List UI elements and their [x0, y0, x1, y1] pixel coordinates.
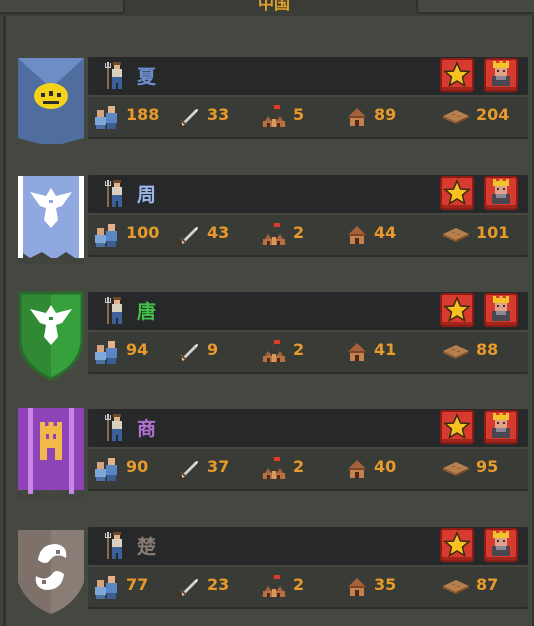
- star-icon: [444, 180, 470, 205]
- banner-icon: [16, 524, 88, 614]
- people-icon: [95, 458, 117, 481]
- city-icon: [262, 340, 286, 362]
- cities-value: 2: [293, 457, 305, 476]
- king-crown-icon: [492, 296, 510, 321]
- cities-value: 2: [293, 575, 305, 594]
- people-icon: [95, 106, 117, 129]
- land-tile-icon: [443, 345, 469, 359]
- population-value: 90: [126, 457, 149, 476]
- top-bar: 中国: [0, 0, 534, 16]
- banner-icon: [16, 172, 88, 264]
- warriors-value: 37: [207, 457, 230, 476]
- people-icon: [95, 576, 117, 599]
- warriors-value: 23: [207, 575, 230, 594]
- land-value: 87: [476, 575, 499, 594]
- land-tile-icon: [443, 580, 469, 594]
- sword-icon: [178, 461, 198, 479]
- star-icon: [444, 414, 470, 439]
- land-value: 95: [476, 457, 499, 476]
- banner-icon: [16, 289, 88, 381]
- faction-name: 楚: [137, 536, 158, 558]
- king-crown-icon: [492, 61, 510, 86]
- banner-icon: [16, 54, 88, 144]
- faction-row[interactable]: 唐 94 9 2 41 88: [0, 289, 534, 381]
- house-icon: [348, 343, 366, 361]
- house-icon: [348, 108, 366, 126]
- cities-value: 2: [293, 340, 305, 359]
- city-icon: [262, 575, 286, 597]
- favorite-button[interactable]: [440, 176, 474, 210]
- banner-icon: [16, 406, 88, 498]
- star-icon: [444, 532, 470, 557]
- sword-icon: [178, 344, 198, 362]
- faction-name: 周: [137, 184, 158, 206]
- farmer-with-pitchfork-icon: [105, 414, 122, 441]
- villages-value: 41: [374, 340, 397, 359]
- king-crown-icon: [492, 531, 510, 556]
- king-button[interactable]: [484, 58, 518, 92]
- faction-name: 商: [137, 418, 158, 440]
- faction-row[interactable]: 楚 77 23 2 35 87: [0, 524, 534, 616]
- villages-value: 35: [374, 575, 397, 594]
- land-tile-icon: [443, 228, 469, 242]
- population-value: 77: [126, 575, 149, 594]
- land-value: 101: [476, 223, 510, 242]
- cities-value: 2: [293, 223, 305, 242]
- house-icon: [348, 226, 366, 244]
- sword-icon: [178, 227, 198, 245]
- faction-row[interactable]: 夏 188 33 5 89 204: [0, 54, 534, 146]
- faction-name: 夏: [137, 66, 158, 88]
- villages-value: 44: [374, 223, 397, 242]
- villages-value: 40: [374, 457, 397, 476]
- favorite-button[interactable]: [440, 528, 474, 562]
- land-tile-icon: [443, 462, 469, 476]
- city-icon: [262, 457, 286, 479]
- house-icon: [348, 578, 366, 596]
- people-icon: [95, 224, 117, 247]
- cities-value: 5: [293, 105, 305, 124]
- land-value: 88: [476, 340, 499, 359]
- king-button[interactable]: [484, 410, 518, 444]
- favorite-button[interactable]: [440, 58, 474, 92]
- population-value: 100: [126, 223, 160, 242]
- people-icon: [95, 341, 117, 364]
- king-crown-icon: [492, 413, 510, 438]
- sword-icon: [178, 109, 198, 127]
- warriors-value: 33: [207, 105, 230, 124]
- farmer-with-pitchfork-icon: [105, 297, 122, 324]
- faction-row[interactable]: 周 100 43 2 44 101: [0, 172, 534, 264]
- faction-name: 唐: [137, 301, 158, 323]
- sword-icon: [178, 579, 198, 597]
- farmer-with-pitchfork-icon: [105, 62, 122, 89]
- population-value: 94: [126, 340, 149, 359]
- population-value: 188: [126, 105, 160, 124]
- king-button[interactable]: [484, 528, 518, 562]
- top-tab-right: [416, 0, 534, 14]
- king-button[interactable]: [484, 176, 518, 210]
- city-icon: [262, 223, 286, 245]
- top-tab-left: [0, 0, 125, 14]
- king-button[interactable]: [484, 293, 518, 327]
- villages-value: 89: [374, 105, 397, 124]
- star-icon: [444, 62, 470, 87]
- favorite-button[interactable]: [440, 293, 474, 327]
- star-icon: [444, 297, 470, 322]
- king-crown-icon: [492, 179, 510, 204]
- faction-row[interactable]: 商 90 37 2 40 95: [0, 406, 534, 498]
- land-tile-icon: [443, 110, 469, 124]
- city-icon: [262, 105, 286, 127]
- warriors-value: 9: [207, 340, 219, 359]
- list-title: 中国: [258, 0, 291, 13]
- house-icon: [348, 460, 366, 478]
- favorite-button[interactable]: [440, 410, 474, 444]
- farmer-with-pitchfork-icon: [105, 180, 122, 207]
- warriors-value: 43: [207, 223, 230, 242]
- land-value: 204: [476, 105, 510, 124]
- farmer-with-pitchfork-icon: [105, 532, 122, 559]
